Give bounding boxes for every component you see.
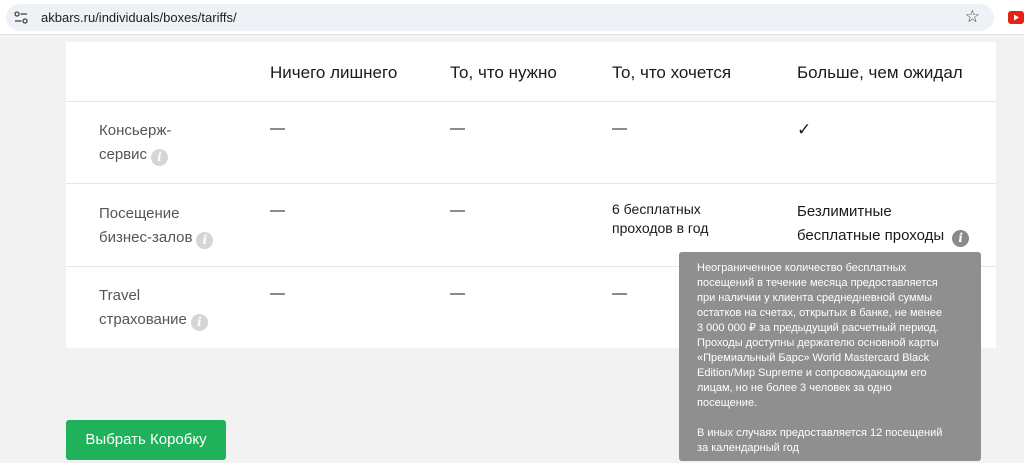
tooltip-line: посещений в течение месяца предоставляет… — [697, 277, 938, 289]
site-settings-icon[interactable] — [14, 11, 28, 24]
cell-line1: 6 бесплатных — [612, 201, 701, 217]
table-cell: — — [612, 120, 627, 137]
table-cell: — — [450, 202, 465, 219]
info-icon[interactable]: i — [196, 232, 214, 249]
row-label-line2: бизнес-залов — [99, 229, 193, 246]
table-cell: — — [612, 285, 627, 302]
cell-line2: проходов в год — [612, 220, 709, 236]
column-header-1: Ничего лишнего — [270, 63, 398, 82]
tooltip-line: В иных случаях предоставляется 12 посеще… — [697, 427, 943, 439]
tooltip-line: Неограниченное количество бесплатных — [697, 262, 907, 274]
tooltip-line: Edition/Мир Supreme и сопровождающим его — [697, 367, 927, 379]
cell-line2: бесплатные проходы — [797, 227, 945, 244]
column-header-2: То, что нужно — [450, 63, 557, 82]
bookmark-star-icon[interactable]: ☆ — [965, 6, 980, 28]
tooltip-line: остатков на счетах, открытых в банке, не… — [697, 307, 942, 319]
address-bar[interactable]: akbars.ru/individuals/boxes/tariffs/ ☆ — [6, 4, 994, 31]
table-cell: — — [270, 285, 285, 302]
table-cell: — — [450, 285, 465, 302]
tooltip-gap — [697, 411, 965, 426]
choose-box-button[interactable]: Выбрать Коробку — [66, 420, 226, 460]
tooltip-line: посещение. — [697, 397, 758, 409]
youtube-icon[interactable] — [1008, 11, 1024, 24]
column-header-3: То, что хочется — [612, 63, 732, 82]
table-cell: 6 бесплатных проходов в год — [612, 200, 708, 238]
table-cell: — — [450, 120, 465, 137]
column-header-4: Больше, чем ожидал — [797, 63, 963, 82]
info-icon[interactable]: i — [190, 314, 208, 331]
row-label-line2: сервис — [99, 146, 148, 163]
table-cell: Безлимитные бесплатные проходы i — [797, 200, 970, 248]
row-label: Посещение бизнес-залов i — [99, 202, 214, 250]
browser-toolbar: akbars.ru/individuals/boxes/tariffs/ ☆ — [0, 0, 1024, 35]
row-label: Travel страхование i — [99, 284, 208, 332]
tooltip-line: «Премиальный Барс» World Mastercard Blac… — [697, 352, 930, 364]
checkmark-icon: ✓ — [797, 120, 812, 139]
table-row-concierge: Консьерж- сервис i — — — ✓ — [66, 101, 996, 183]
tooltip-line: 3 000 000 ₽ за предыдущий расчетный пери… — [697, 322, 939, 334]
info-icon[interactable]: i — [151, 149, 169, 166]
row-label: Консьерж- сервис i — [99, 119, 171, 167]
tooltip-line: лицам, но не более 3 человек за одно — [697, 382, 892, 394]
table-cell: — — [270, 120, 285, 137]
url-text[interactable]: akbars.ru/individuals/boxes/tariffs/ — [41, 10, 237, 25]
tooltip-line: Проходы доступны держателю основной карт… — [697, 337, 939, 349]
tooltip-line: за календарный год — [697, 442, 799, 454]
row-label-line1: Посещение — [99, 205, 180, 222]
info-icon[interactable]: i — [952, 230, 970, 247]
row-label-line1: Travel — [99, 287, 141, 304]
row-label-line2: страхование — [99, 311, 187, 328]
cell-line1: Безлимитные — [797, 203, 892, 220]
row-label-line1: Консьерж- — [99, 122, 172, 139]
tooltip-line: при наличии у клиента среднедневной сумм… — [697, 292, 933, 304]
info-tooltip: Неограниченное количество бесплатных пос… — [679, 252, 981, 461]
table-cell: — — [270, 202, 285, 219]
